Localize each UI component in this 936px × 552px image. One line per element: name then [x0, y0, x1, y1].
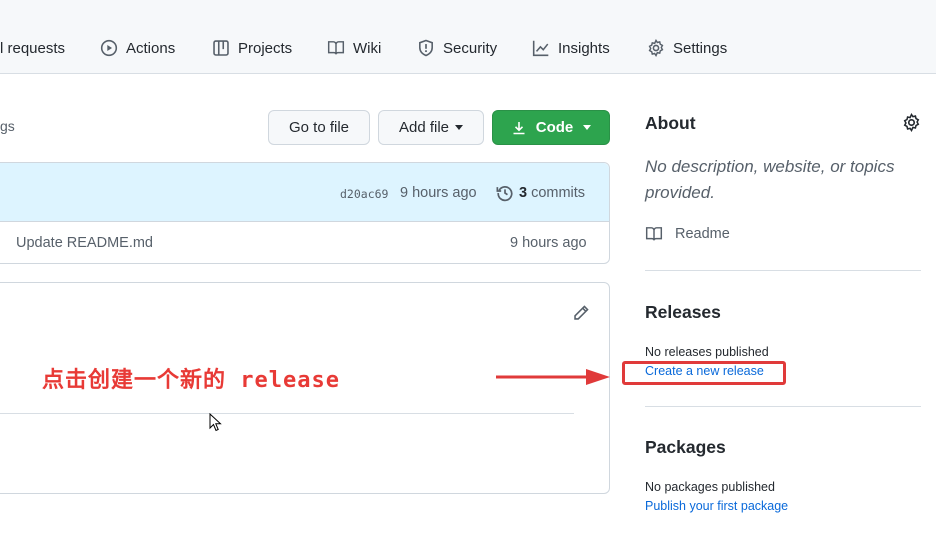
- readme-label: Readme: [675, 226, 730, 242]
- gear-icon[interactable]: [902, 113, 921, 132]
- nav-label-insights: Insights: [558, 39, 610, 57]
- nav-label-security: Security: [443, 39, 498, 57]
- nav-label-wiki: Wiki: [353, 39, 382, 57]
- annotation-arrow-icon: [496, 369, 610, 385]
- tab-insights[interactable]: Insights: [532, 36, 610, 60]
- releases-heading[interactable]: Releases: [645, 302, 721, 323]
- about-description: No description, website, or topics provi…: [645, 157, 895, 202]
- nav-label-settings: Settings: [673, 39, 728, 57]
- tab-pull-requests[interactable]: l requests: [0, 36, 65, 60]
- readme-divider: [0, 413, 574, 414]
- go-to-file-button[interactable]: Go to file: [268, 110, 370, 145]
- readme-link[interactable]: Readme: [645, 225, 730, 243]
- commits-label: commits: [531, 185, 586, 201]
- sidebar-divider: [645, 270, 921, 271]
- file-row-message[interactable]: Update README.md: [16, 235, 153, 251]
- nav-label-pull-requests: l requests: [0, 39, 66, 57]
- repo-nav: l requests Actions Projects Wiki Securit…: [0, 0, 936, 74]
- annotation-highlight-box: [622, 361, 786, 385]
- tab-settings[interactable]: Settings: [647, 36, 727, 60]
- graph-icon: [532, 40, 549, 57]
- sidebar-divider: [645, 406, 921, 407]
- book-icon: [645, 227, 663, 241]
- nav-label-projects: Projects: [238, 39, 293, 57]
- tab-actions[interactable]: Actions: [100, 36, 175, 60]
- tab-projects[interactable]: Projects: [212, 36, 292, 60]
- play-icon: [100, 39, 118, 57]
- add-file-label: Add file: [398, 119, 450, 136]
- tags-link[interactable]: gs: [0, 118, 15, 134]
- book-icon: [327, 41, 345, 55]
- add-file-button[interactable]: Add file: [378, 110, 484, 145]
- tab-wiki[interactable]: Wiki: [327, 36, 381, 60]
- packages-empty-text: No packages published: [645, 480, 775, 494]
- file-row-time: 9 hours ago: [510, 235, 587, 251]
- publish-package-link[interactable]: Publish your first package: [645, 499, 788, 513]
- annotation-text: 点击创建一个新的 release: [42, 368, 340, 393]
- gear-icon: [648, 39, 664, 57]
- chevron-down-icon: [455, 125, 464, 130]
- go-to-file-label: Go to file: [288, 119, 350, 136]
- tab-security[interactable]: Security: [417, 36, 497, 60]
- table-icon: [213, 40, 229, 56]
- commit-hash[interactable]: d20ac69: [340, 187, 388, 201]
- commits-count: 3: [519, 185, 528, 201]
- releases-empty-text: No releases published: [645, 345, 769, 359]
- code-label: Code: [535, 119, 574, 136]
- commit-time: 9 hours ago: [400, 185, 477, 201]
- chevron-down-icon: [583, 125, 592, 130]
- mouse-cursor-icon: [209, 413, 222, 432]
- history-icon: [496, 186, 513, 202]
- shield-icon: [419, 39, 433, 57]
- pencil-icon[interactable]: [572, 304, 590, 322]
- commits-link[interactable]: 3 commits: [496, 184, 585, 202]
- packages-heading[interactable]: Packages: [645, 437, 726, 458]
- code-button[interactable]: Code: [492, 110, 610, 145]
- nav-label-actions: Actions: [126, 39, 176, 57]
- about-heading: About: [645, 113, 696, 133]
- download-icon: [513, 121, 525, 134]
